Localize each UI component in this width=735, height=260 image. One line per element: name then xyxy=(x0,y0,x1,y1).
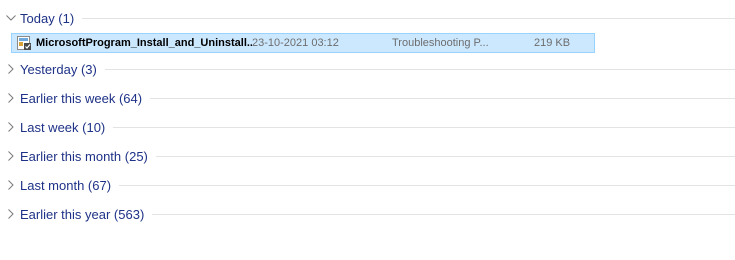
file-date-modified: 23-10-2021 03:12 xyxy=(252,37,339,49)
chevron-down-icon[interactable] xyxy=(4,11,18,25)
group-header-last-month[interactable]: Last month (67) xyxy=(0,174,735,196)
group-header-today[interactable]: Today (1) xyxy=(0,7,735,29)
group-header-earlier-this-year[interactable]: Earlier this year (563) xyxy=(0,203,735,225)
group-label: Last month (67) xyxy=(20,177,112,193)
group-label: Yesterday (3) xyxy=(20,61,97,77)
group-divider xyxy=(119,184,735,186)
chevron-right-icon[interactable] xyxy=(4,207,18,221)
group-divider xyxy=(152,213,735,215)
chevron-right-icon[interactable] xyxy=(4,149,18,163)
group-header-last-week[interactable]: Last week (10) xyxy=(0,116,735,138)
file-size: 219 KB xyxy=(534,37,571,49)
group-label: Earlier this month (25) xyxy=(20,148,148,164)
group-label: Earlier this year (563) xyxy=(20,206,145,222)
chevron-right-icon[interactable] xyxy=(4,91,18,105)
group-divider xyxy=(150,97,735,99)
group-header-earlier-this-month[interactable]: Earlier this month (25) xyxy=(0,145,735,167)
group-header-earlier-this-week[interactable]: Earlier this week (64) xyxy=(0,87,735,109)
group-label: Today (1) xyxy=(20,10,75,26)
chevron-right-icon[interactable] xyxy=(4,62,18,76)
file-type: Troubleshooting P... xyxy=(392,37,489,49)
file-name: MicrosoftProgram_Install_and_Uninstall..… xyxy=(36,37,252,49)
file-row-selected[interactable]: MicrosoftProgram_Install_and_Uninstall..… xyxy=(11,33,595,53)
chevron-right-icon[interactable] xyxy=(4,120,18,134)
group-divider xyxy=(113,126,735,128)
group-divider xyxy=(82,17,735,19)
group-header-yesterday[interactable]: Yesterday (3) xyxy=(0,58,735,80)
group-label: Last week (10) xyxy=(20,119,106,135)
group-label: Earlier this week (64) xyxy=(20,90,143,106)
group-divider xyxy=(155,155,735,157)
group-divider xyxy=(104,68,735,70)
troubleshooter-file-icon xyxy=(16,35,32,51)
chevron-right-icon[interactable] xyxy=(4,178,18,192)
